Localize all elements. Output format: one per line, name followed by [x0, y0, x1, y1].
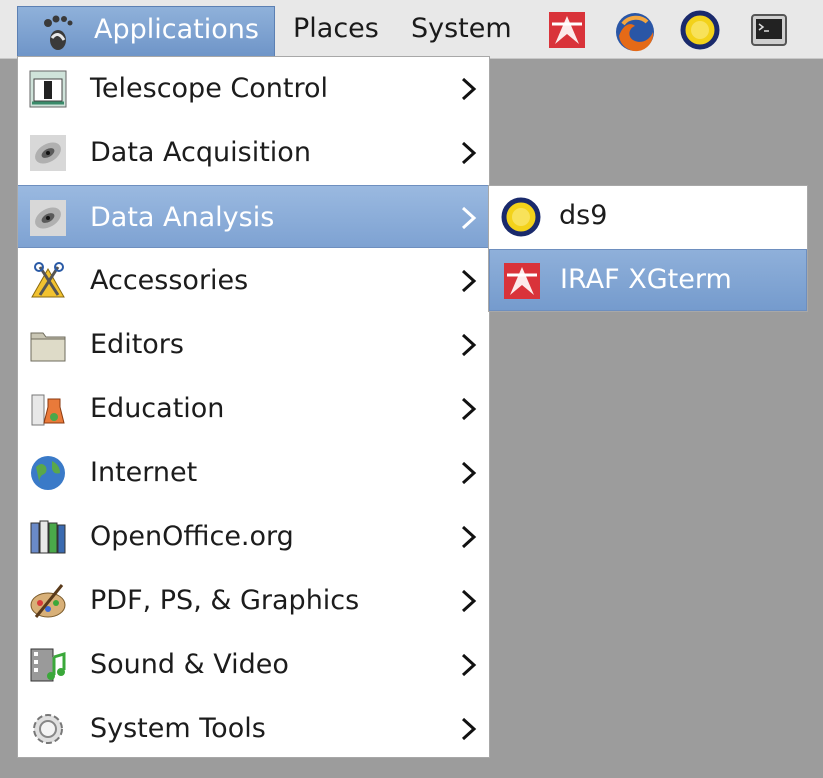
galaxy-icon [28, 198, 68, 238]
system-menu[interactable]: System [411, 0, 512, 58]
chevron-right-icon [459, 651, 479, 679]
graphics-icon [28, 581, 68, 621]
menu-item-education[interactable]: Education [18, 377, 489, 440]
menu-item-label: Data Analysis [90, 202, 275, 233]
submenu-item-iraf-xgterm[interactable]: IRAF XGterm [489, 249, 807, 311]
menu-item-openoffice[interactable]: OpenOffice.org [18, 505, 489, 568]
chevron-right-icon [459, 587, 479, 615]
data-analysis-submenu: ds9 IRAF XGterm [488, 185, 808, 312]
menu-item-label: Editors [90, 329, 184, 360]
applications-menu-button[interactable]: Applications [17, 6, 275, 56]
menu-item-accessories[interactable]: Accessories [18, 249, 489, 312]
applications-menu: Telescope Control Data Acquisition Data … [17, 56, 490, 758]
menu-item-sound-video[interactable]: Sound & Video [18, 633, 489, 696]
iraf-icon[interactable] [547, 10, 587, 50]
menu-item-label: OpenOffice.org [90, 521, 294, 552]
menu-item-system-tools[interactable]: System Tools [18, 697, 489, 760]
menu-item-label: Sound & Video [90, 649, 289, 680]
chevron-right-icon [459, 75, 479, 103]
office-icon [28, 517, 68, 557]
top-panel: Applications Places System [0, 0, 823, 59]
applications-menu-label: Applications [94, 14, 259, 45]
menu-item-internet[interactable]: Internet [18, 441, 489, 504]
places-menu[interactable]: Places [293, 0, 379, 58]
menu-item-data-analysis[interactable]: Data Analysis [18, 185, 489, 248]
chevron-right-icon [459, 459, 479, 487]
telescope-icon [28, 69, 68, 109]
ds9-icon [501, 197, 541, 237]
firefox-icon[interactable] [613, 10, 654, 52]
menu-item-label: PDF, PS, & Graphics [90, 585, 360, 616]
galaxy-icon [28, 133, 68, 173]
media-icon [28, 645, 68, 685]
ds9-icon[interactable] [680, 10, 720, 50]
terminal-icon[interactable] [749, 10, 789, 50]
chevron-right-icon [459, 331, 479, 359]
menu-item-editors[interactable]: Editors [18, 313, 489, 376]
menu-item-label: Education [90, 393, 225, 424]
submenu-item-label: ds9 [559, 200, 608, 231]
chevron-right-icon [459, 139, 479, 167]
menu-item-label: Internet [90, 457, 198, 488]
gear-icon [28, 709, 68, 749]
chevron-right-icon [459, 267, 479, 295]
menu-item-label: System Tools [90, 713, 266, 744]
menu-item-telescope-control[interactable]: Telescope Control [18, 57, 489, 120]
menu-item-data-acquisition[interactable]: Data Acquisition [18, 121, 489, 184]
chevron-right-icon [459, 715, 479, 743]
education-icon [28, 389, 68, 429]
gnome-foot-icon [38, 13, 78, 57]
accessories-icon [28, 261, 68, 301]
menu-item-label: Data Acquisition [90, 137, 311, 168]
menu-item-pdf-ps-graphics[interactable]: PDF, PS, & Graphics [18, 569, 489, 632]
menu-item-label: Telescope Control [90, 73, 328, 104]
folder-icon [28, 325, 68, 365]
submenu-item-ds9[interactable]: ds9 [489, 186, 807, 248]
iraf-icon [502, 261, 542, 301]
chevron-right-icon [459, 523, 479, 551]
menu-item-label: Accessories [90, 265, 249, 296]
submenu-item-label: IRAF XGterm [560, 264, 732, 295]
globe-icon [28, 453, 68, 493]
chevron-right-icon [459, 395, 479, 423]
chevron-right-icon [459, 204, 479, 232]
